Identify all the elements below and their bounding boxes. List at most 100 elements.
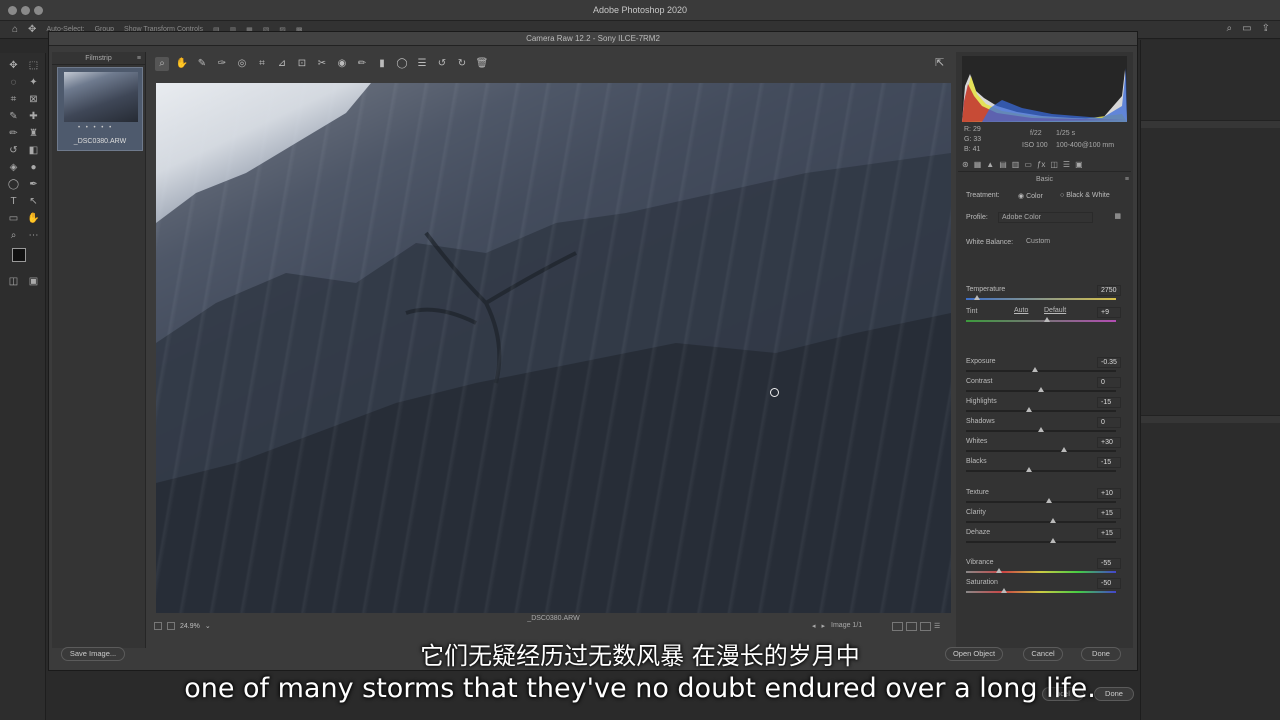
zoom-dropdown-icon[interactable]: ⌄ [205,622,211,630]
split-toning-tab-icon[interactable]: ▥ [1012,160,1020,171]
slider-track-temperature[interactable] [966,295,1116,300]
targeted-adjustment-icon[interactable]: ◎ [235,57,249,71]
type-tool-icon[interactable]: T [7,195,20,208]
slider-knob[interactable] [1038,427,1044,432]
slider-knob[interactable] [996,568,1002,573]
color-sampler-target-icon[interactable] [770,388,779,397]
profile-browser-icon[interactable]: ▦ [1114,212,1121,220]
preview-settings-icon[interactable]: ☰ [934,622,940,631]
slider-value-field[interactable]: 0 [1097,417,1121,428]
more-tools-icon[interactable]: ⋯ [27,229,40,242]
workspace-icon[interactable]: ▭ [1242,23,1251,34]
slider-knob[interactable] [1060,447,1067,452]
slider-value-field[interactable]: +15 [1097,508,1121,519]
snapshots-tab-icon[interactable]: ▣ [1075,160,1083,171]
slider-value-field[interactable]: +10 [1097,488,1121,499]
swap-settings-toggle[interactable] [906,622,917,631]
zoom-level[interactable]: 24.9% [180,623,200,630]
stamp-tool-icon[interactable]: ♜ [27,127,40,140]
magic-wand-icon[interactable]: ✦ [27,76,40,89]
section-menu-icon[interactable]: ≡ [1125,176,1129,183]
zoom-window-button[interactable] [34,6,43,15]
blur-tool-icon[interactable]: ● [27,161,40,174]
transform-tool-icon[interactable]: ⊡ [295,57,309,71]
image-preview[interactable] [156,83,951,613]
color-sampler-icon[interactable]: ✑ [215,57,229,71]
rectangle-tool-icon[interactable]: ▭ [7,212,20,225]
tone-curve-tab-icon[interactable]: ▦ [974,160,982,171]
move-tool-icon[interactable]: ✥ [7,59,20,72]
next-image-icon[interactable]: ▸ [822,622,826,630]
marquee-tool-icon[interactable]: ⬚ [27,59,40,72]
hsl-tab-icon[interactable]: ▤ [999,160,1007,171]
before-after-toggle[interactable] [892,622,903,631]
slider-track-shadows[interactable] [966,427,1116,432]
slider-knob[interactable] [973,295,980,300]
minimize-window-button[interactable] [21,6,30,15]
slider-knob[interactable] [1050,518,1056,523]
close-window-button[interactable] [8,6,17,15]
slider-track-exposure[interactable] [966,367,1116,372]
calibration-tab-icon[interactable]: ◫ [1050,160,1058,171]
slider-value-field[interactable]: 0 [1097,377,1121,388]
slider-track-blacks[interactable] [966,467,1116,472]
pen-tool-icon[interactable]: ✒ [27,178,40,191]
trash-icon[interactable]: 🗑 [475,57,489,71]
slider-value-field[interactable]: -55 [1097,558,1121,569]
thumbnail-rating[interactable]: • • • • • [78,125,113,131]
healing-brush-icon[interactable]: ✚ [27,110,40,123]
slider-track-texture[interactable] [966,498,1116,503]
eraser-tool-icon[interactable]: ◧ [27,144,40,157]
graduated-filter-icon[interactable]: ▮ [375,57,389,71]
slider-value-field[interactable]: 2750 [1097,285,1121,296]
move-tool-icon[interactable]: ✥ [28,24,36,35]
slider-value-field[interactable]: +15 [1097,528,1121,539]
slider-knob[interactable] [1026,407,1032,412]
history-brush-icon[interactable]: ↺ [7,144,20,157]
eyedropper-icon[interactable]: ✎ [7,110,20,123]
path-select-icon[interactable]: ↖ [27,195,40,208]
white-balance-select[interactable]: Custom [1024,237,1114,248]
slider-track-tint[interactable] [966,317,1116,322]
slider-value-field[interactable]: -50 [1097,578,1121,589]
quick-mask-icon[interactable]: ◫ [7,275,20,288]
slider-knob[interactable] [1026,467,1032,472]
dodge-tool-icon[interactable]: ◯ [7,178,20,191]
slider-track-dehaze[interactable] [966,538,1116,543]
red-eye-icon[interactable]: ◉ [335,57,349,71]
slider-track-vibrance[interactable] [966,568,1116,573]
straighten-tool-icon[interactable]: ⊿ [275,57,289,71]
slider-value-field[interactable]: -15 [1097,397,1121,408]
crop-tool-icon[interactable]: ⌗ [7,93,20,106]
slider-value-field[interactable]: -0.35 [1097,357,1121,368]
home-icon[interactable]: ⌂ [12,24,18,35]
fullscreen-toggle-icon[interactable]: ⇱ [935,56,944,69]
lasso-tool-icon[interactable]: ◌ [7,76,20,89]
slider-knob[interactable] [1038,387,1044,392]
crop-tool-icon[interactable]: ⌗ [255,57,269,71]
slider-knob[interactable] [1032,367,1038,372]
slider-knob[interactable] [1000,588,1007,593]
slider-value-field[interactable]: +9 [1097,307,1121,318]
detail-tab-icon[interactable]: ▲ [986,160,994,171]
screen-mode-icon[interactable]: ▣ [27,275,40,288]
slider-track-clarity[interactable] [966,518,1116,523]
share-icon[interactable]: ⇪ [1262,23,1270,34]
paint-bucket-icon[interactable]: ◈ [7,161,20,174]
zoom-tool-icon[interactable]: ⌕ [155,57,169,71]
hand-tool-icon[interactable]: ✋ [175,57,189,71]
lens-tab-icon[interactable]: ▭ [1024,160,1032,171]
preferences-icon[interactable]: ☰ [415,57,429,71]
slider-knob[interactable] [1044,317,1050,322]
slider-value-field[interactable]: -15 [1097,457,1121,468]
rotate-left-icon[interactable]: ↺ [435,57,449,71]
brush-tool-icon[interactable]: ✏ [7,127,20,140]
slider-track-saturation[interactable] [966,588,1116,593]
white-balance-tool-icon[interactable]: ✎ [195,57,209,71]
search-icon[interactable]: ⌕ [1227,23,1233,34]
slider-knob[interactable] [1050,538,1056,543]
effects-tab-icon[interactable]: ƒx [1037,160,1045,171]
frame-tool-icon[interactable]: ⊠ [27,93,40,106]
treatment-bw-radio[interactable]: ○ Black & White [1060,192,1110,199]
prev-image-icon[interactable]: ◂ [812,622,816,630]
